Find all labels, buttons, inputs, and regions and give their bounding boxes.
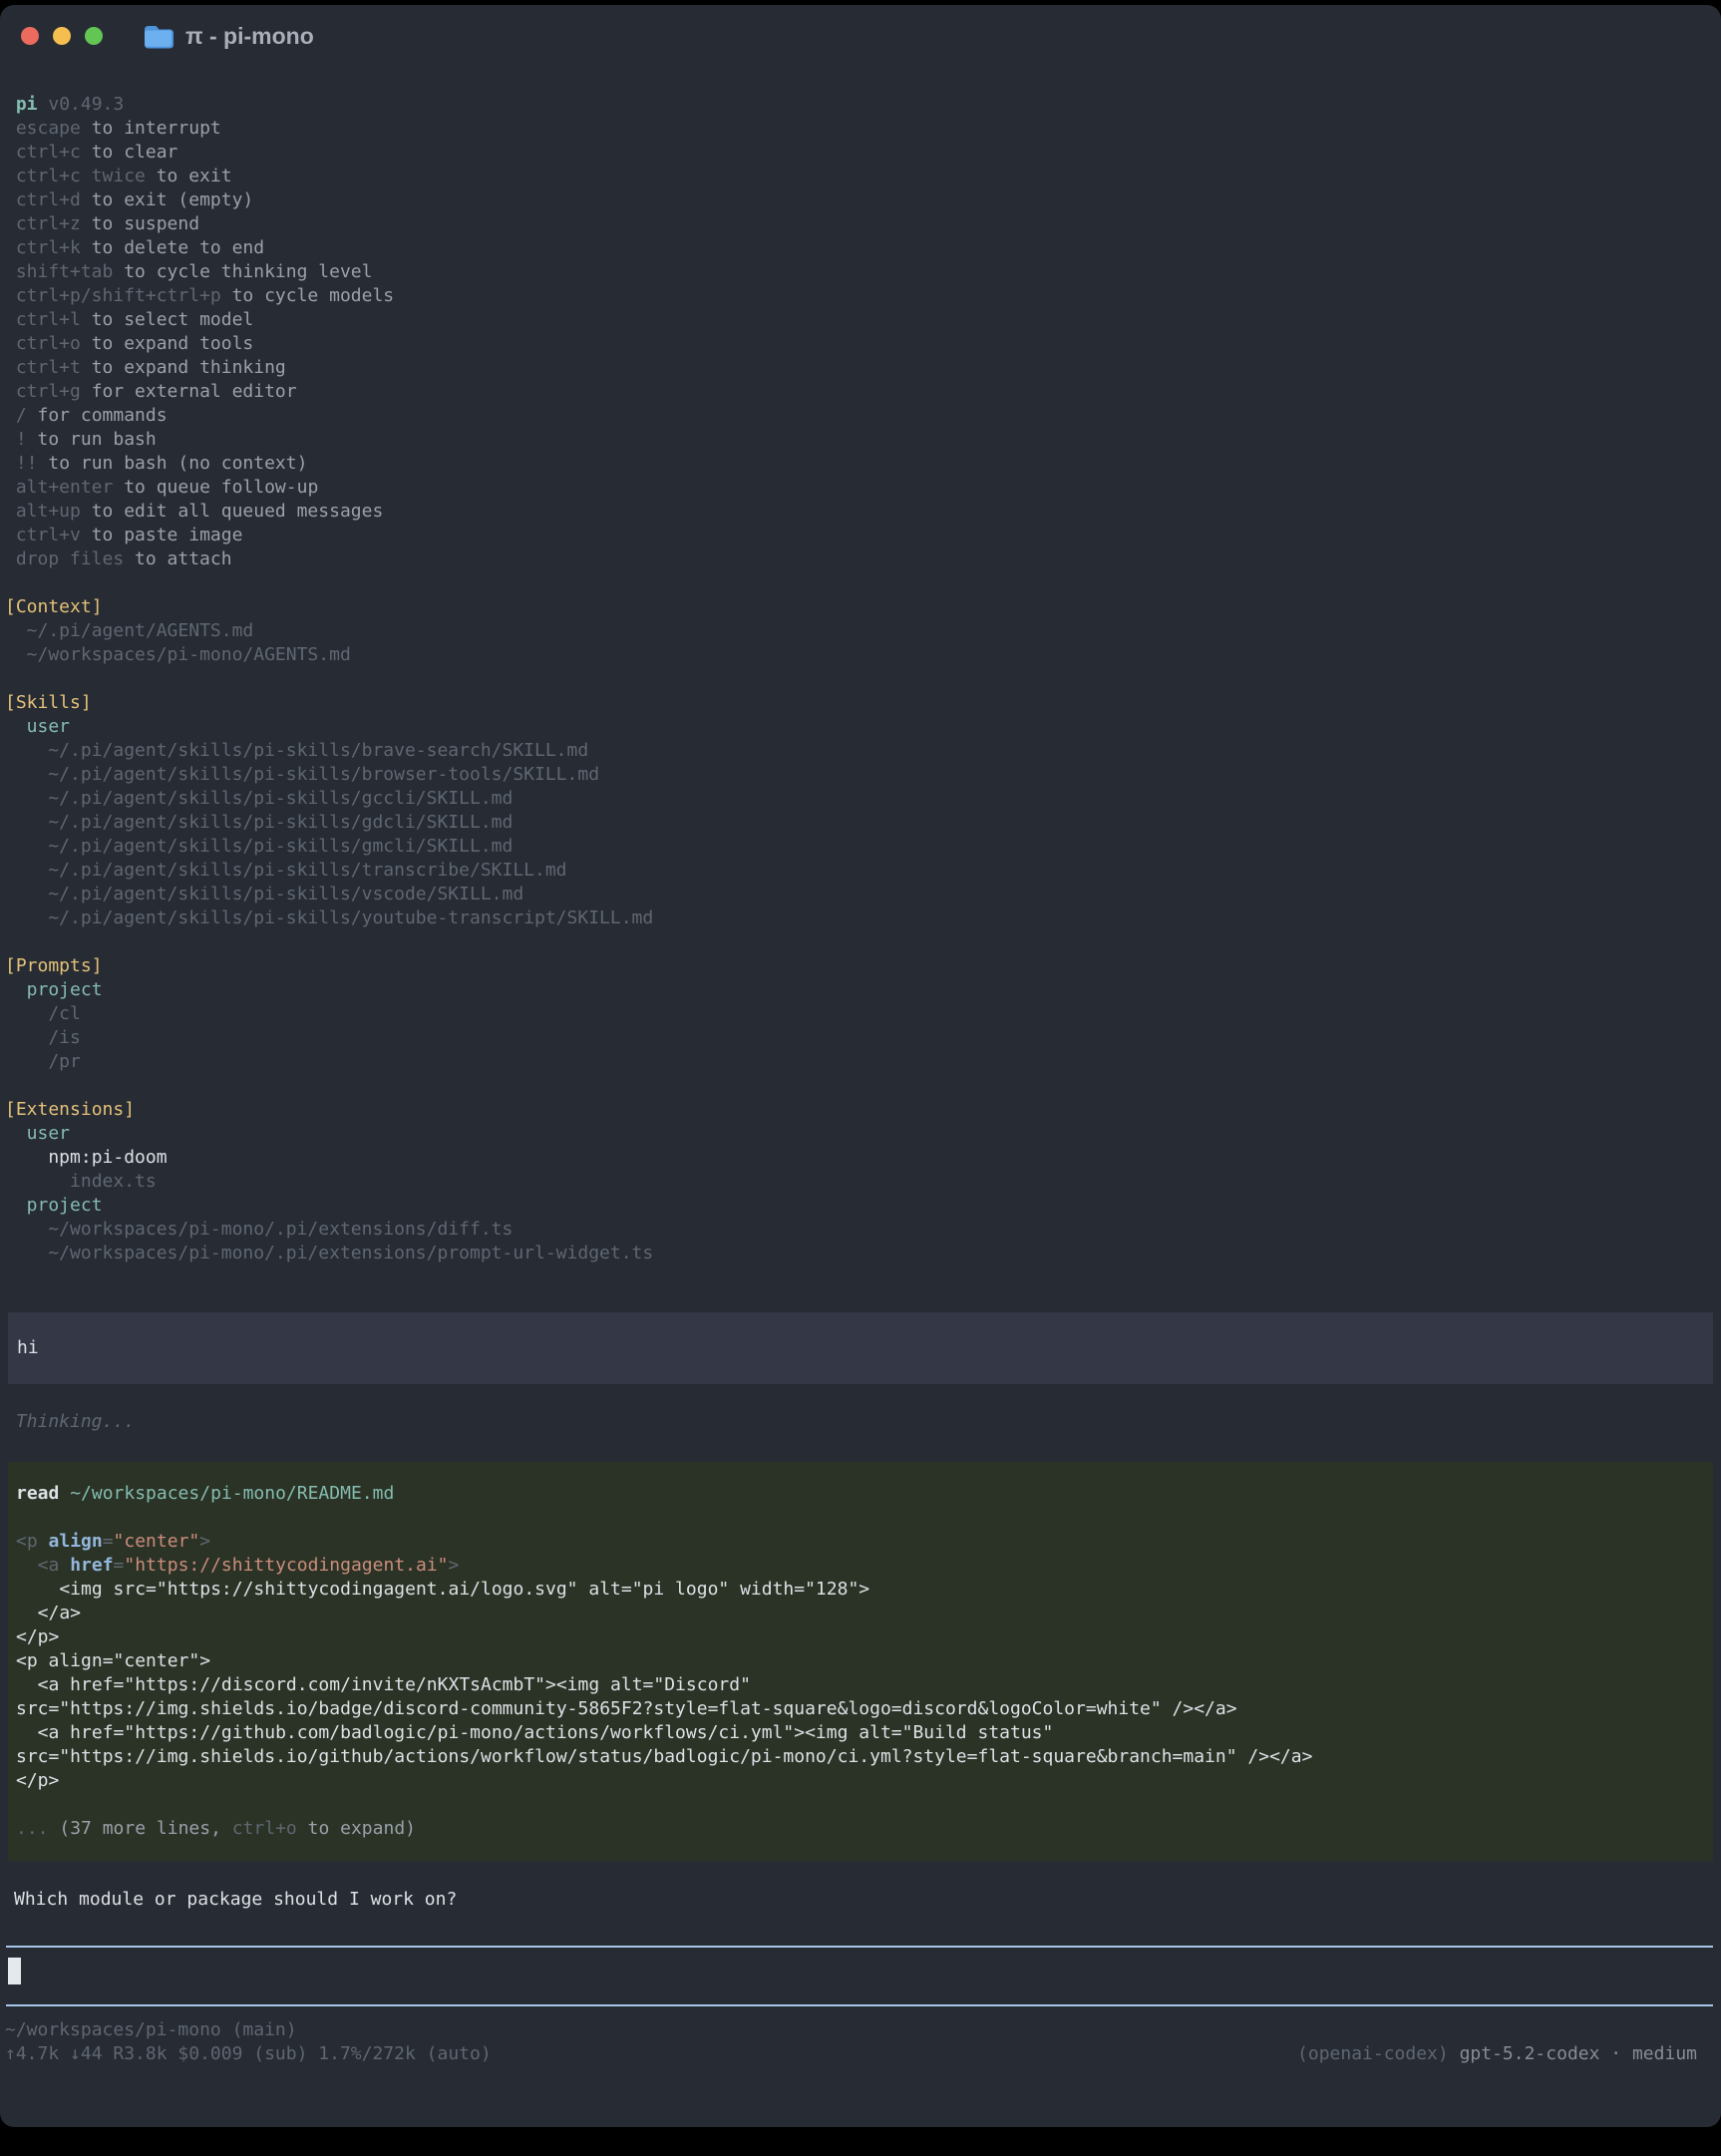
help-line: ctrl+v to paste image [0, 524, 1721, 547]
prompts-section-header: [Prompts] [0, 954, 1721, 978]
code-line: <a href="https://discord.com/invite/nKXT… [16, 1673, 1713, 1697]
help-line: ctrl+p/shift+ctrl+p to cycle models [0, 284, 1721, 308]
code-line: <p align="center"> [16, 1649, 1713, 1673]
thinking-indicator: Thinking... [0, 1410, 1721, 1434]
user-message: hi [8, 1312, 1713, 1384]
minimize-button[interactable] [53, 27, 71, 45]
context-path: ~/workspaces/pi-mono/AGENTS.md [0, 643, 1721, 667]
prompts-scope: project [0, 978, 1721, 1002]
code-line: <a href="https://github.com/badlogic/pi-… [16, 1721, 1713, 1745]
skill-path: ~/.pi/agent/skills/pi-skills/gmcli/SKILL… [0, 835, 1721, 859]
code-line: </p> [16, 1769, 1713, 1793]
help-line: shift+tab to cycle thinking level [0, 260, 1721, 284]
title-bar: π - pi-mono [0, 5, 1721, 67]
tool-call-header: read ~/workspaces/pi-mono/README.md [16, 1482, 1713, 1506]
help-line: ctrl+o to expand tools [0, 332, 1721, 356]
app-name: pi [16, 94, 38, 115]
status-model: gpt-5.2-codex · medium [1460, 2043, 1697, 2064]
prompt-item: /is [0, 1026, 1721, 1050]
skill-path: ~/.pi/agent/skills/pi-skills/youtube-tra… [0, 906, 1721, 930]
skill-path: ~/.pi/agent/skills/pi-skills/gdcli/SKILL… [0, 811, 1721, 835]
extension-path: ~/workspaces/pi-mono/.pi/extensions/prom… [0, 1242, 1721, 1265]
help-line: alt+enter to queue follow-up [0, 476, 1721, 500]
help-line: alt+up to edit all queued messages [0, 500, 1721, 524]
code-line: <p align="center"> [16, 1530, 1713, 1554]
input-separator-bottom [6, 2004, 1713, 2006]
text-cursor [8, 1958, 21, 1984]
skill-path: ~/.pi/agent/skills/pi-skills/brave-searc… [0, 739, 1721, 763]
folder-icon [143, 23, 173, 49]
help-line: ctrl+g for external editor [0, 380, 1721, 404]
help-line: / for commands [0, 404, 1721, 428]
more-lines-indicator: ... (37 more lines, ctrl+o to expand) [16, 1817, 1713, 1841]
extension-npm-package: npm:pi-doom [0, 1146, 1721, 1170]
code-line: src="https://img.shields.io/github/actio… [16, 1745, 1713, 1769]
status-cwd: ~/workspaces/pi-mono (main) [0, 2018, 1721, 2042]
skill-path: ~/.pi/agent/skills/pi-skills/browser-too… [0, 763, 1721, 787]
terminal-window: π - pi-mono pi v0.49.3 escape to interru… [0, 5, 1721, 2127]
help-line: escape to interrupt [0, 117, 1721, 141]
skills-section-header: [Skills] [0, 691, 1721, 715]
close-button[interactable] [21, 27, 39, 45]
skill-path: ~/.pi/agent/skills/pi-skills/vscode/SKIL… [0, 883, 1721, 906]
status-provider: (openai-codex) [1297, 2043, 1460, 2064]
help-line: ctrl+c twice to exit [0, 165, 1721, 188]
tool-call-block: read ~/workspaces/pi-mono/README.md <p al… [8, 1462, 1713, 1861]
help-line: ctrl+k to delete to end [0, 236, 1721, 260]
window-title: π - pi-mono [185, 23, 314, 50]
extensions-project-scope: project [0, 1194, 1721, 1218]
status-model-info: (openai-codex) gpt-5.2-codex · medium [1297, 2042, 1697, 2066]
skills-scope: user [0, 715, 1721, 739]
prompt-item: /pr [0, 1050, 1721, 1074]
code-line: src="https://img.shields.io/badge/discor… [16, 1697, 1713, 1721]
help-line: ctrl+d to exit (empty) [0, 188, 1721, 212]
app-version [38, 94, 49, 115]
status-bar: ~/workspaces/pi-mono (main) ↑4.7k ↓44 R3… [0, 2018, 1721, 2066]
skill-path: ~/.pi/agent/skills/pi-skills/transcribe/… [0, 859, 1721, 883]
app-version-line: pi v0.49.3 [0, 93, 1721, 117]
tool-arg: ~/workspaces/pi-mono/README.md [70, 1483, 394, 1504]
help-line: ctrl+l to select model [0, 308, 1721, 332]
code-line: </a> [16, 1602, 1713, 1625]
help-line: drop files to attach [0, 547, 1721, 571]
assistant-message: Which module or package should I work on… [0, 1888, 1721, 1912]
skill-path: ~/.pi/agent/skills/pi-skills/gccli/SKILL… [0, 787, 1721, 811]
extension-npm-file: index.ts [0, 1170, 1721, 1194]
prompt-input[interactable] [0, 1948, 1721, 2004]
code-line: <a href="https://shittycodingagent.ai"> [16, 1554, 1713, 1578]
help-line: ctrl+z to suspend [0, 212, 1721, 236]
help-line: ! to run bash [0, 428, 1721, 452]
extensions-user-scope: user [0, 1122, 1721, 1146]
zoom-button[interactable] [85, 27, 103, 45]
extension-path: ~/workspaces/pi-mono/.pi/extensions/diff… [0, 1218, 1721, 1242]
help-line: !! to run bash (no context) [0, 452, 1721, 476]
status-stats-row: ↑4.7k ↓44 R3.8k $0.009 (sub) 1.7%/272k (… [0, 2042, 1721, 2066]
help-line: ctrl+t to expand thinking [0, 356, 1721, 380]
user-message-text: hi [17, 1336, 1713, 1360]
extensions-section-header: [Extensions] [0, 1098, 1721, 1122]
context-section-header: [Context] [0, 595, 1721, 619]
code-line: <img src="https://shittycodingagent.ai/l… [16, 1578, 1713, 1602]
prompt-item: /cl [0, 1002, 1721, 1026]
status-token-stats: ↑4.7k ↓44 R3.8k $0.009 (sub) 1.7%/272k (… [5, 2042, 492, 2066]
tool-name: read [16, 1483, 59, 1504]
code-line: </p> [16, 1625, 1713, 1649]
context-path: ~/.pi/agent/AGENTS.md [0, 619, 1721, 643]
help-line: ctrl+c to clear [0, 141, 1721, 165]
